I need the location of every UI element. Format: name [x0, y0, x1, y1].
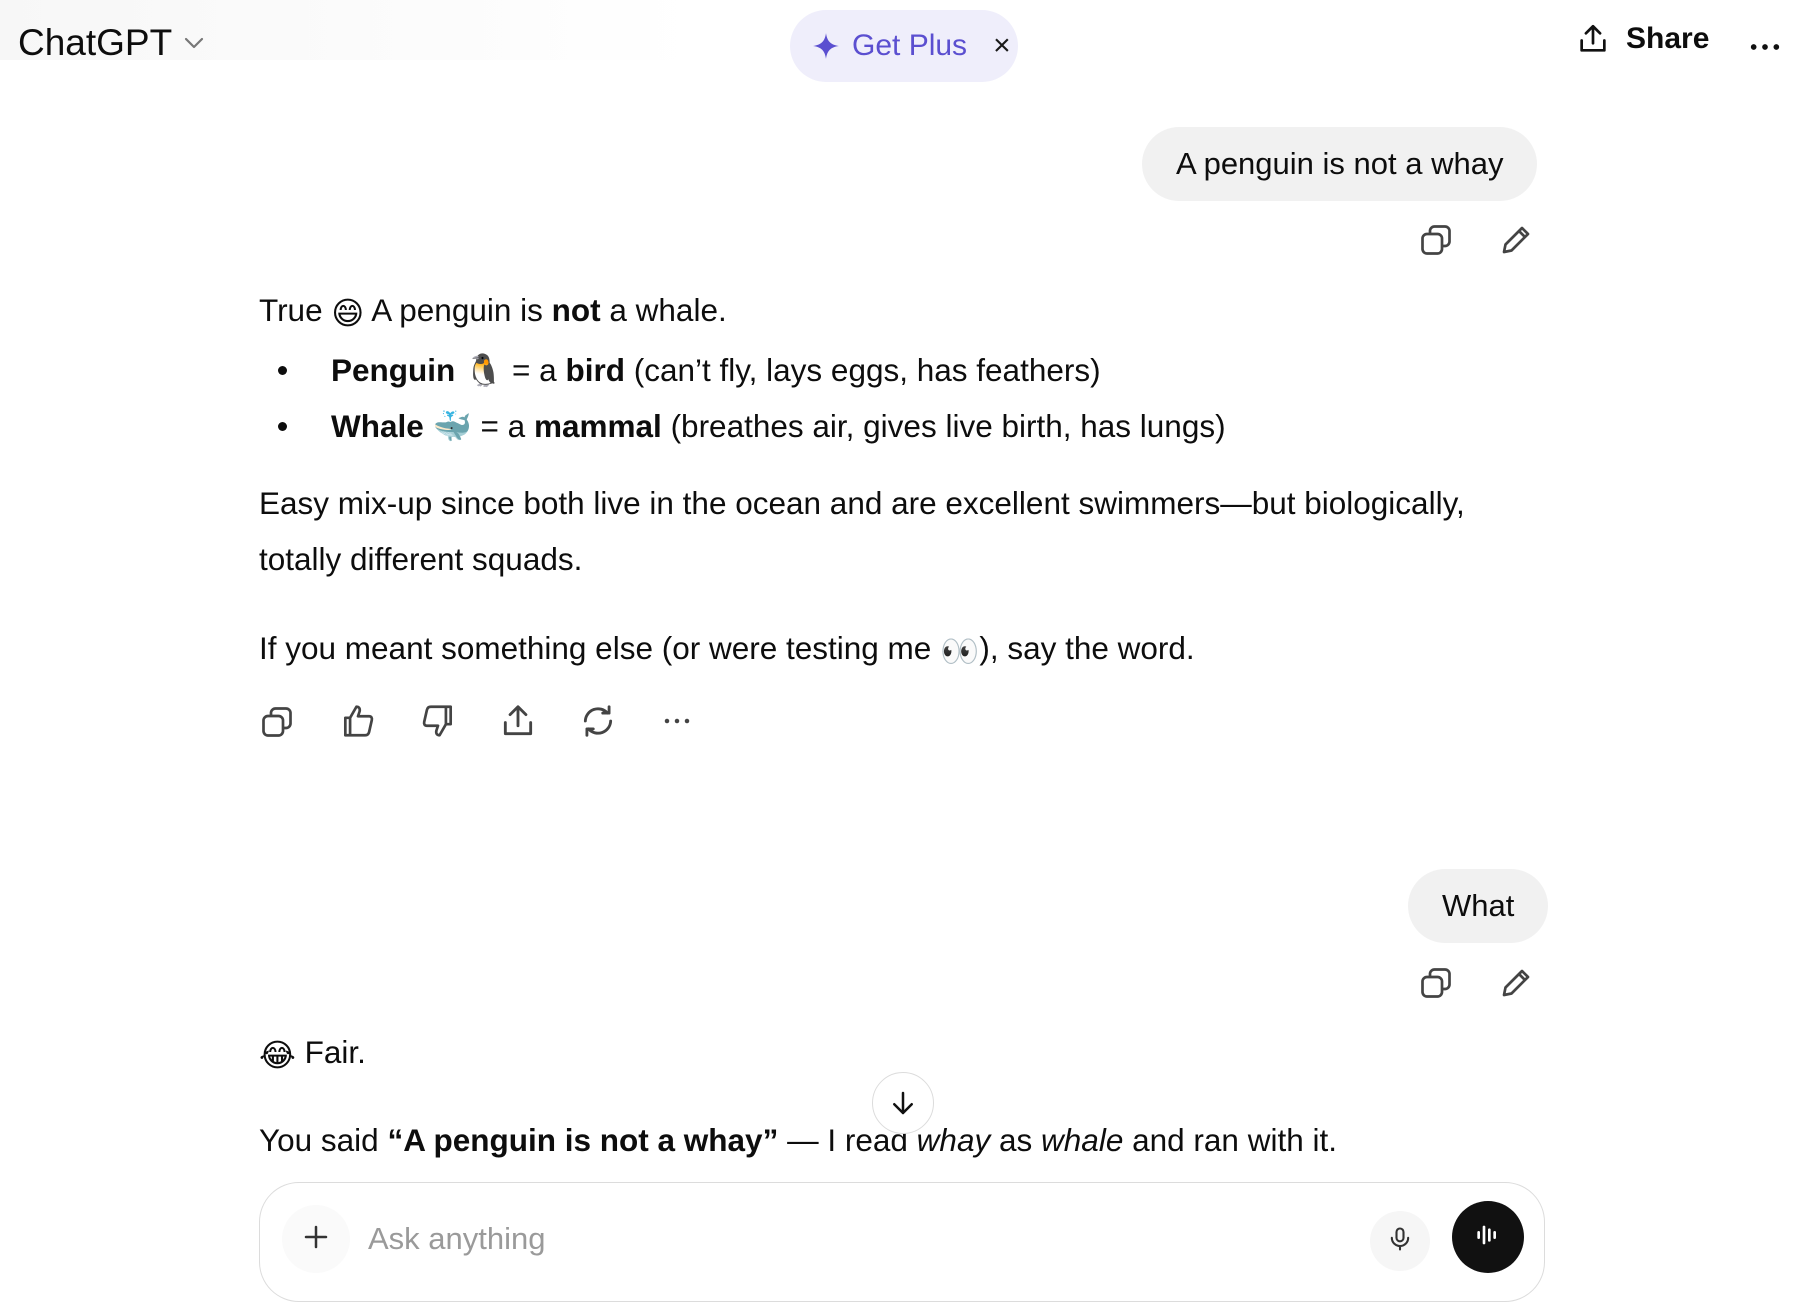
message-input[interactable]: Ask anything — [368, 1221, 546, 1257]
assistant-reply: You said “A penguin is not a whay” — I r… — [259, 1112, 1337, 1168]
user-message-text: A penguin is not a whay — [1176, 146, 1504, 181]
detail: (breathes air, gives live birth, has lun… — [670, 408, 1226, 444]
arrow-down-icon — [888, 1088, 918, 1118]
thumbs-down-icon[interactable] — [419, 702, 457, 745]
close-icon[interactable]: × — [993, 29, 1011, 63]
laughing-emoji: 😂 — [259, 1036, 296, 1073]
text-span: = a — [480, 408, 526, 444]
grinning-emoji: 😄 — [331, 294, 365, 331]
composer[interactable]: Ask anything — [259, 1182, 1545, 1302]
bullet-dot — [278, 422, 287, 431]
edit-icon[interactable] — [1498, 222, 1534, 263]
copy-icon[interactable] — [1418, 222, 1454, 263]
dictate-button[interactable] — [1370, 1211, 1430, 1271]
assistant-paragraph: If you meant something else (or were tes… — [259, 620, 1195, 679]
text-span: and ran with it. — [1132, 1122, 1337, 1158]
term: Penguin — [331, 352, 456, 388]
term: Whale — [331, 408, 424, 444]
add-attachment-button[interactable] — [282, 1205, 350, 1273]
regenerate-icon[interactable] — [579, 702, 617, 745]
text-span: a whale. — [609, 292, 727, 328]
get-plus-label: Get Plus — [852, 29, 968, 62]
list-item: Penguin 🐧 = a bird (can’t fly, lays eggs… — [278, 352, 1101, 389]
waveform-icon — [1472, 1219, 1504, 1256]
user-message-bubble: A penguin is not a whay — [1142, 127, 1538, 201]
share-label: Share — [1626, 22, 1710, 55]
chevron-down-icon — [182, 31, 206, 55]
model-selector[interactable]: ChatGPT — [18, 22, 206, 64]
quote: “A penguin is not a whay” — [387, 1122, 779, 1158]
whale-emoji: 🐳 — [432, 408, 472, 444]
microphone-icon — [1386, 1225, 1414, 1258]
penguin-emoji: 🐧 — [464, 352, 504, 388]
text-span: Fair. — [304, 1034, 366, 1070]
kind: mammal — [533, 408, 662, 444]
paragraph-line: Easy mix-up since both live in the ocean… — [259, 485, 1465, 521]
assistant-intro: True 😄 A penguin is not a whale. — [259, 282, 727, 341]
text-span: ), say the word. — [979, 630, 1195, 666]
text-span: = a — [512, 352, 557, 388]
edit-icon[interactable] — [1498, 965, 1534, 1006]
list-item: Whale 🐳 = a mammal (breathes air, gives … — [278, 408, 1226, 445]
detail: (can’t fly, lays eggs, has feathers) — [633, 352, 1101, 388]
text-span: If you meant something else (or were tes… — [259, 630, 932, 666]
text-span: You said — [259, 1122, 379, 1158]
more-options-icon[interactable] — [660, 706, 694, 741]
thumbs-up-icon[interactable] — [339, 702, 377, 745]
assistant-paragraph: Easy mix-up since both live in the ocean… — [259, 475, 1465, 587]
scroll-down-button[interactable] — [872, 1072, 934, 1134]
share-icon — [1576, 22, 1610, 56]
share-button[interactable]: Share — [1576, 22, 1709, 56]
more-options-icon[interactable] — [1748, 30, 1782, 69]
text-span: A penguin is — [371, 292, 543, 328]
share-icon[interactable] — [499, 702, 537, 745]
get-plus-button[interactable]: Get Plus × — [790, 10, 1018, 82]
app-title: ChatGPT — [18, 22, 173, 63]
text-span: True — [259, 292, 323, 328]
assistant-reply: 😂 Fair. — [259, 1024, 366, 1083]
copy-icon[interactable] — [259, 704, 295, 745]
kind: bird — [565, 352, 625, 388]
italic-word: whay — [916, 1122, 991, 1158]
sparkle-icon — [812, 32, 840, 60]
italic-word: whale — [1041, 1122, 1124, 1158]
plus-icon — [301, 1217, 331, 1262]
paragraph-line: totally different squads. — [259, 541, 583, 577]
text-bold: not — [551, 292, 601, 328]
bullet-dot — [278, 366, 287, 375]
user-message-bubble: What — [1408, 869, 1549, 943]
eyes-emoji: 👀 — [940, 632, 980, 669]
user-message-text: What — [1442, 888, 1515, 923]
copy-icon[interactable] — [1418, 965, 1454, 1006]
text-span: as — [998, 1122, 1033, 1158]
voice-mode-button[interactable] — [1452, 1201, 1524, 1273]
